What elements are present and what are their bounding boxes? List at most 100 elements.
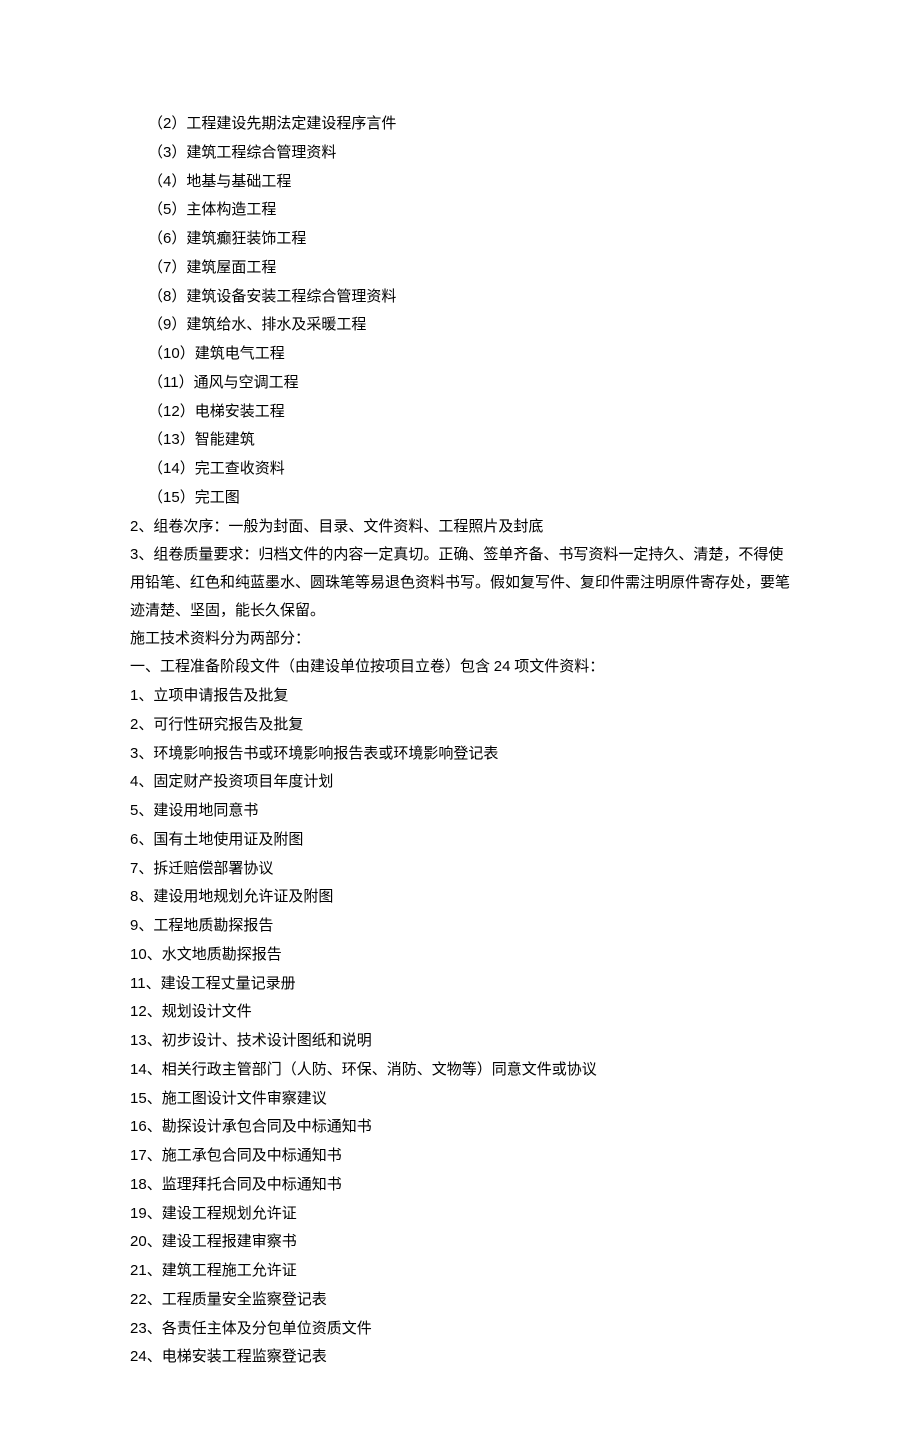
item-text: 建设用地同意书	[153, 803, 258, 819]
list-item: （7）建筑屋面工程	[130, 254, 790, 283]
item-number: 1	[130, 687, 138, 704]
paragraph-tech-split: 施工技术资料分为两部分：	[130, 626, 790, 654]
list-item: （8）建筑设备安装工程综合管理资料	[130, 283, 790, 312]
item-number: 18	[130, 1176, 147, 1193]
item-text: 建设工程丈量记录册	[161, 976, 296, 992]
item-number: 14	[163, 460, 180, 477]
item-number: 14	[130, 1061, 147, 1078]
list-item: （12）电梯安装工程	[130, 398, 790, 427]
item-text: 电梯安装工程	[195, 404, 285, 420]
item-number: 5	[163, 201, 171, 218]
list-item: 1、立项申请报告及批复	[130, 682, 790, 711]
item-text: 固定财产投资项目年度计划	[153, 774, 333, 790]
item-text: 主体构造工程	[186, 202, 276, 218]
item-text: 环境影响报告书或环境影响报告表或环境影响登记表	[153, 746, 498, 762]
item-number: 15	[163, 489, 180, 506]
item-text: 初步设计、技术设计图纸和说明	[162, 1033, 372, 1049]
item-number: 2	[163, 115, 171, 132]
item-text: 、组卷次序：一般为封面、目录、文件资料、工程照片及封底	[138, 519, 543, 535]
item-number: 23	[130, 1320, 147, 1337]
item-text: 规划设计文件	[162, 1004, 252, 1020]
item-number: 24	[130, 1348, 147, 1365]
item-number: 5	[130, 802, 138, 819]
item-text: 国有土地使用证及附图	[153, 832, 303, 848]
item-number: 2	[130, 716, 138, 733]
list-item: 7、拆迁赔偿部署协议	[130, 855, 790, 884]
list-item: 3、环境影响报告书或环境影响报告表或环境影响登记表	[130, 740, 790, 769]
item-text: 建设工程规划允许证	[162, 1206, 297, 1222]
text-pre: 一、工程准备阶段文件（由建设单位按项目立卷）包含	[130, 659, 494, 675]
item-number: 16	[130, 1118, 147, 1135]
item-number: 7	[130, 860, 138, 877]
item-number: 19	[130, 1205, 147, 1222]
list-item: （2）工程建设先期法定建设程序言件	[130, 110, 790, 139]
item-text: 建筑设备安装工程综合管理资料	[186, 289, 396, 305]
list-item: （13）智能建筑	[130, 426, 790, 455]
item-number: 15	[130, 1090, 147, 1107]
item-number: 10	[163, 345, 180, 362]
item-text: 通风与空调工程	[194, 375, 299, 391]
list-item: 5、建设用地同意书	[130, 797, 790, 826]
item-number: 11	[163, 374, 179, 391]
item-text: 建设工程报建审察书	[162, 1234, 297, 1250]
item-text: 智能建筑	[195, 432, 255, 448]
document-body: （2）工程建设先期法定建设程序言件（3）建筑工程综合管理资料（4）地基与基础工程…	[130, 110, 790, 1372]
list-item: 15、施工图设计文件审察建议	[130, 1085, 790, 1114]
item-text: 施工承包合同及中标通知书	[162, 1148, 342, 1164]
list-item: 16、勘探设计承包合同及中标通知书	[130, 1113, 790, 1142]
item-text: 建设用地规划允许证及附图	[153, 889, 333, 905]
item-text: 相关行政主管部门（人防、环保、消防、文物等）同意文件或协议	[162, 1062, 597, 1078]
item-number: 4	[163, 173, 171, 190]
item-text: 建筑癫狂装饰工程	[186, 231, 306, 247]
list-item: 11、建设工程丈量记录册	[130, 970, 790, 999]
item-number: 7	[163, 259, 171, 276]
list-item: （5）主体构造工程	[130, 196, 790, 225]
item-number: 9	[130, 917, 138, 934]
parenthetical-list: （2）工程建设先期法定建设程序言件（3）建筑工程综合管理资料（4）地基与基础工程…	[130, 110, 790, 513]
item-text: 水文地质勘探报告	[162, 947, 282, 963]
paragraph-zujuan-quality: 3、组卷质量要求：归档文件的内容一定真切。正确、签单齐备、书写资料一定持久、清楚…	[130, 541, 790, 625]
list-item: （4）地基与基础工程	[130, 168, 790, 197]
list-item: （15）完工图	[130, 484, 790, 513]
list-item: 17、施工承包合同及中标通知书	[130, 1142, 790, 1171]
item-text: 工程地质勘探报告	[153, 918, 273, 934]
numbered-list: 1、立项申请报告及批复2、可行性研究报告及批复3、环境影响报告书或环境影响报告表…	[130, 682, 790, 1372]
item-text: 工程建设先期法定建设程序言件	[186, 116, 396, 132]
list-item: 8、建设用地规划允许证及附图	[130, 883, 790, 912]
list-item: （10）建筑电气工程	[130, 340, 790, 369]
item-number: 3	[130, 745, 138, 762]
list-item: 2、可行性研究报告及批复	[130, 711, 790, 740]
item-number: 8	[163, 288, 171, 305]
list-item: （3）建筑工程综合管理资料	[130, 139, 790, 168]
item-text: 建筑工程施工允许证	[162, 1263, 297, 1279]
item-text: 地基与基础工程	[186, 174, 291, 190]
item-number: 21	[130, 1262, 147, 1279]
list-item: 12、规划设计文件	[130, 998, 790, 1027]
list-item: 24、电梯安装工程监察登记表	[130, 1343, 790, 1372]
list-item: （6）建筑癫狂装饰工程	[130, 225, 790, 254]
item-text: 工程质量安全监察登记表	[162, 1292, 327, 1308]
item-number: 3	[163, 144, 171, 161]
list-item: 22、工程质量安全监察登记表	[130, 1286, 790, 1315]
item-text: 建筑给水、排水及采暖工程	[186, 317, 366, 333]
item-number: 20	[130, 1233, 147, 1250]
item-text: 完工图	[195, 490, 240, 506]
item-number: 6	[163, 230, 171, 247]
list-item: 20、建设工程报建审察书	[130, 1228, 790, 1257]
list-item: 10、水文地质勘探报告	[130, 941, 790, 970]
item-number: 12	[130, 1003, 147, 1020]
item-text: 各责任主体及分包单位资质文件	[162, 1321, 372, 1337]
text-post: 项文件资料：	[510, 659, 604, 675]
list-item: 4、固定财产投资项目年度计划	[130, 768, 790, 797]
item-text: 施工图设计文件审察建议	[162, 1091, 327, 1107]
item-text: 完工查收资料	[195, 461, 285, 477]
item-text: 建筑工程综合管理资料	[186, 145, 336, 161]
item-text: 拆迁赔偿部署协议	[153, 861, 273, 877]
paragraph-section-one: 一、工程准备阶段文件（由建设单位按项目立卷）包含 24 项文件资料：	[130, 653, 790, 682]
item-number: 12	[163, 403, 180, 420]
list-item: （9）建筑给水、排水及采暖工程	[130, 311, 790, 340]
item-text: 监理拜托合同及中标通知书	[162, 1177, 342, 1193]
list-item: （11）通风与空调工程	[130, 369, 790, 398]
list-item: （14）完工查收资料	[130, 455, 790, 484]
list-item: 13、初步设计、技术设计图纸和说明	[130, 1027, 790, 1056]
